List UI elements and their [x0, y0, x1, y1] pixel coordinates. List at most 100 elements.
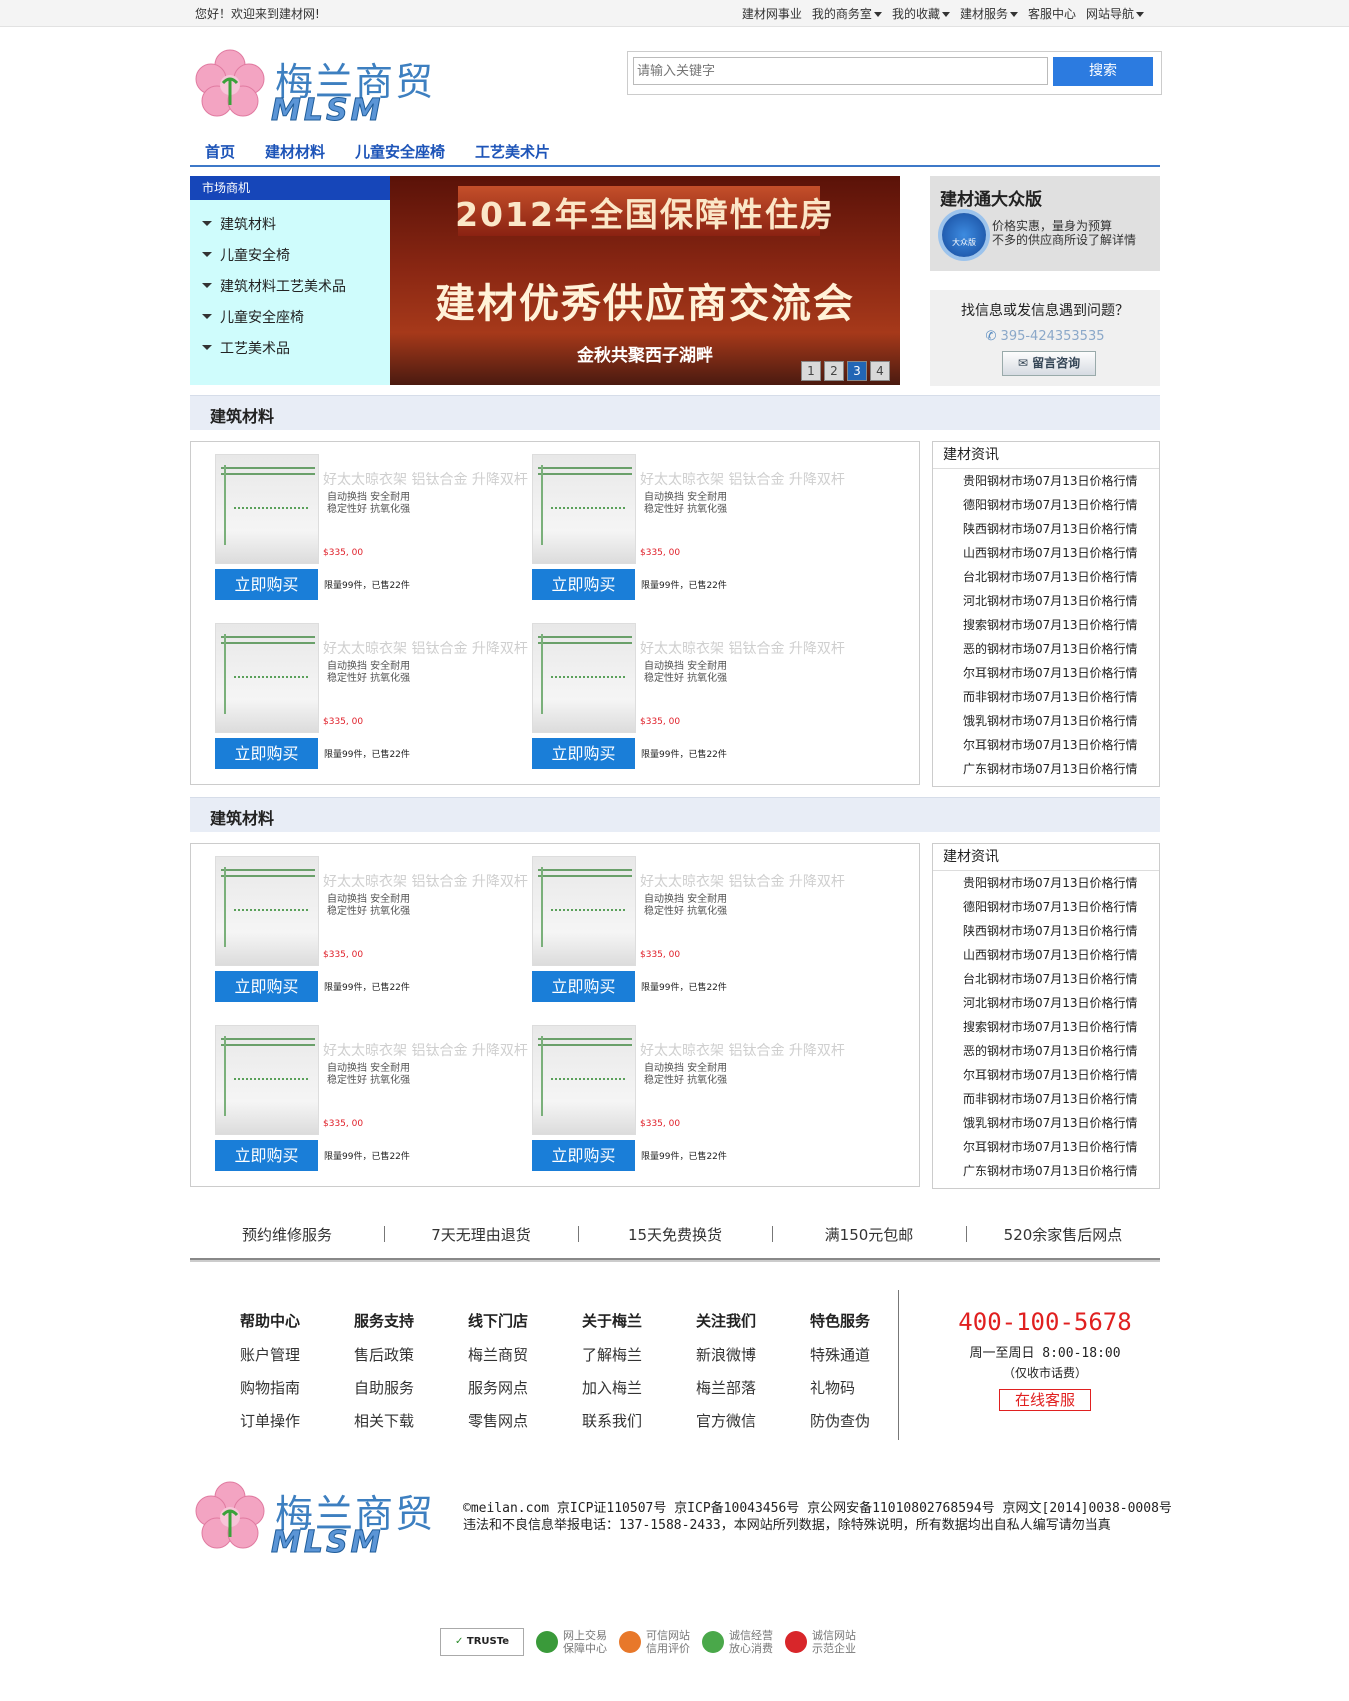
buy-now-button[interactable]: 立即购买	[215, 569, 318, 600]
product-card[interactable]: 好太太晾衣架 铝钛合金 升降双杆 自动换挡 安全耐用 稳定性好 抗氧化强 $335, …	[215, 454, 535, 604]
product-card[interactable]: 好太太晾衣架 铝钛合金 升降双杆 自动换挡 安全耐用 稳定性好 抗氧化强 $335, …	[532, 1025, 852, 1175]
top-link-business[interactable]: 建材网事业	[742, 5, 802, 22]
top-link-favorites[interactable]: 我的收藏	[892, 5, 950, 22]
product-card[interactable]: 好太太晾衣架 铝钛合金 升降双杆 自动换挡 安全耐用 稳定性好 抗氧化强 $335, …	[532, 454, 852, 604]
news-item[interactable]: 广东钢材市场07月13日价格行情	[933, 1159, 1159, 1183]
market-item[interactable]: 儿童安全椅	[190, 239, 390, 270]
footer-link[interactable]: 账户管理	[240, 1344, 340, 1377]
footer-link[interactable]: 零售网点	[468, 1410, 568, 1443]
news-item[interactable]: 陕西钢材市场07月13日价格行情	[933, 517, 1159, 541]
footer-link[interactable]: 特殊通道	[810, 1344, 910, 1377]
news-item[interactable]: 河北钢材市场07月13日价格行情	[933, 991, 1159, 1015]
news-item[interactable]: 搜索钢材市场07月13日价格行情	[933, 1015, 1159, 1039]
market-item[interactable]: 儿童安全座椅	[190, 301, 390, 332]
news-item[interactable]: 贵阳钢材市场07月13日价格行情	[933, 469, 1159, 493]
product-image[interactable]	[215, 623, 319, 733]
trust-badge[interactable]: 诚信经营 放心消费	[702, 1629, 773, 1655]
buy-now-button[interactable]: 立即购买	[215, 738, 318, 769]
news-item[interactable]: 饿乳钢材市场07月13日价格行情	[933, 709, 1159, 733]
product-card[interactable]: 好太太晾衣架 铝钛合金 升降双杆 自动换挡 安全耐用 稳定性好 抗氧化强 $335, …	[215, 623, 535, 773]
product-image[interactable]	[215, 454, 319, 564]
news-item[interactable]: 河北钢材市场07月13日价格行情	[933, 589, 1159, 613]
news-item[interactable]: 而非钢材市场07月13日价格行情	[933, 685, 1159, 709]
news-item[interactable]: 而非钢材市场07月13日价格行情	[933, 1087, 1159, 1111]
footer-link[interactable]: 官方微信	[696, 1410, 796, 1443]
footer-logo[interactable]: 梅兰商贸 MLSM	[195, 1477, 435, 1561]
footer-link[interactable]: 服务网点	[468, 1377, 568, 1410]
news-item[interactable]: 恶的钢材市场07月13日价格行情	[933, 637, 1159, 661]
news-item[interactable]: 尔耳钢材市场07月13日价格行情	[933, 1063, 1159, 1087]
service-item[interactable]: 预约维修服务	[190, 1224, 384, 1245]
footer-link[interactable]: 梅兰商贸	[468, 1344, 568, 1377]
banner-page-1[interactable]: 1	[801, 361, 821, 381]
nav-item-home[interactable]: 首页	[205, 141, 235, 162]
footer-link[interactable]: 新浪微博	[696, 1344, 796, 1377]
buy-now-button[interactable]: 立即购买	[215, 971, 318, 1002]
footer-link[interactable]: 联系我们	[582, 1410, 682, 1443]
product-name[interactable]: 好太太晾衣架 铝钛合金 升降双杆	[323, 1040, 528, 1060]
truste-badge[interactable]: ✓ TRUSTe	[440, 1628, 524, 1656]
news-item[interactable]: 山西钢材市场07月13日价格行情	[933, 943, 1159, 967]
footer-link[interactable]: 梅兰部落	[696, 1377, 796, 1410]
news-item[interactable]: 台北钢材市场07月13日价格行情	[933, 967, 1159, 991]
product-image[interactable]	[532, 623, 636, 733]
buy-now-button[interactable]: 立即购买	[532, 971, 635, 1002]
top-link-services[interactable]: 建材服务	[960, 5, 1018, 22]
market-item[interactable]: 建筑材料	[190, 208, 390, 239]
trust-badge[interactable]: 诚信网站 示范企业	[785, 1629, 856, 1655]
product-name[interactable]: 好太太晾衣架 铝钛合金 升降双杆	[640, 469, 845, 489]
news-item[interactable]: 德阳钢材市场07月13日价格行情	[933, 895, 1159, 919]
footer-link[interactable]: 售后政策	[354, 1344, 454, 1377]
product-card[interactable]: 好太太晾衣架 铝钛合金 升降双杆 自动换挡 安全耐用 稳定性好 抗氧化强 $335, …	[215, 856, 535, 1006]
trust-badge[interactable]: 可信网站 信用评价	[619, 1629, 690, 1655]
service-item[interactable]: 7天无理由退货	[384, 1224, 578, 1245]
service-item[interactable]: 满150元包邮	[772, 1224, 966, 1245]
service-item[interactable]: 15天免费换货	[578, 1224, 772, 1245]
product-card[interactable]: 好太太晾衣架 铝钛合金 升降双杆 自动换挡 安全耐用 稳定性好 抗氧化强 $335, …	[215, 1025, 535, 1175]
nav-item-child-seats[interactable]: 儿童安全座椅	[355, 141, 445, 162]
buy-now-button[interactable]: 立即购买	[215, 1140, 318, 1171]
banner-page-4[interactable]: 4	[870, 361, 890, 381]
product-name[interactable]: 好太太晾衣架 铝钛合金 升降双杆	[640, 871, 845, 891]
news-item[interactable]: 尔耳钢材市场07月13日价格行情	[933, 733, 1159, 757]
product-name[interactable]: 好太太晾衣架 铝钛合金 升降双杆	[323, 469, 528, 489]
product-image[interactable]	[532, 1025, 636, 1135]
news-item[interactable]: 恶的钢材市场07月13日价格行情	[933, 1039, 1159, 1063]
product-image[interactable]	[215, 1025, 319, 1135]
product-name[interactable]: 好太太晾衣架 铝钛合金 升降双杆	[323, 871, 528, 891]
footer-link[interactable]: 相关下载	[354, 1410, 454, 1443]
news-item[interactable]: 贵阳钢材市场07月13日价格行情	[933, 871, 1159, 895]
news-item[interactable]: 陕西钢材市场07月13日价格行情	[933, 919, 1159, 943]
search-input[interactable]	[633, 57, 1048, 85]
product-image[interactable]	[215, 856, 319, 966]
product-card[interactable]: 好太太晾衣架 铝钛合金 升降双杆 自动换挡 安全耐用 稳定性好 抗氧化强 $335, …	[532, 856, 852, 1006]
news-item[interactable]: 尔耳钢材市场07月13日价格行情	[933, 661, 1159, 685]
news-item[interactable]: 尔耳钢材市场07月13日价格行情	[933, 1135, 1159, 1159]
news-item[interactable]: 山西钢材市场07月13日价格行情	[933, 541, 1159, 565]
nav-item-crafts[interactable]: 工艺美术片	[475, 141, 550, 162]
footer-link[interactable]: 加入梅兰	[582, 1377, 682, 1410]
news-item[interactable]: 饿乳钢材市场07月13日价格行情	[933, 1111, 1159, 1135]
top-link-support[interactable]: 客服中心	[1028, 5, 1076, 22]
site-logo[interactable]: 梅兰商贸 MLSM	[195, 45, 435, 129]
product-name[interactable]: 好太太晾衣架 铝钛合金 升降双杆	[640, 638, 845, 658]
service-item[interactable]: 520余家售后网点	[966, 1224, 1160, 1245]
footer-link[interactable]: 订单操作	[240, 1410, 340, 1443]
product-name[interactable]: 好太太晾衣架 铝钛合金 升降双杆	[640, 1040, 845, 1060]
buy-now-button[interactable]: 立即购买	[532, 1140, 635, 1171]
news-item[interactable]: 搜索钢材市场07月13日价格行情	[933, 613, 1159, 637]
footer-link[interactable]: 自助服务	[354, 1377, 454, 1410]
top-link-sitemap[interactable]: 网站导航	[1086, 5, 1144, 22]
news-item[interactable]: 德阳钢材市场07月13日价格行情	[933, 493, 1159, 517]
footer-link[interactable]: 购物指南	[240, 1377, 340, 1410]
promo-panel[interactable]: 建材通大众版 大众版 价格实惠，量身为预算 不多的供应商所设了解详情	[930, 176, 1160, 271]
trust-badge[interactable]: 网上交易 保障中心	[536, 1629, 607, 1655]
product-name[interactable]: 好太太晾衣架 铝钛合金 升降双杆	[323, 638, 528, 658]
market-item[interactable]: 工艺美术品	[190, 332, 390, 363]
buy-now-button[interactable]: 立即购买	[532, 738, 635, 769]
buy-now-button[interactable]: 立即购买	[532, 569, 635, 600]
leave-message-button[interactable]: ✉ 留言咨询	[1002, 351, 1096, 376]
news-item[interactable]: 台北钢材市场07月13日价格行情	[933, 565, 1159, 589]
top-link-office[interactable]: 我的商务室	[812, 5, 882, 22]
promo-banner[interactable]: 2012年全国保障性住房 建材优秀供应商交流会 金秋共聚西子湖畔 1 2 3 4	[390, 176, 900, 385]
